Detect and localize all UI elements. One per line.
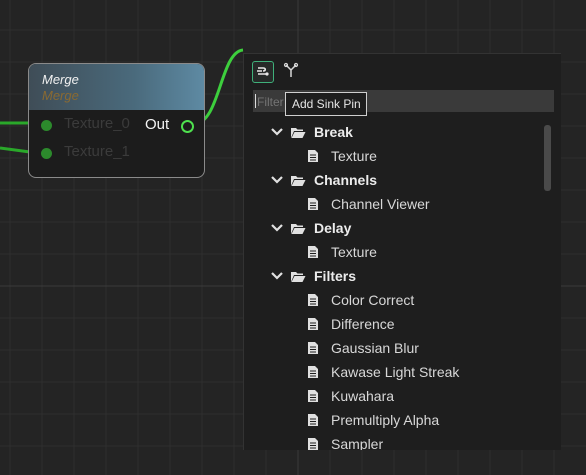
add-sink-pin-button[interactable]: [252, 61, 274, 83]
tree-item[interactable]: Texture: [244, 240, 544, 264]
tree-item[interactable]: Kawase Light Streak: [244, 360, 544, 384]
tree-folder-label: Channels: [314, 172, 378, 188]
input-pin-label-1: Texture_1: [64, 143, 130, 160]
chevron-down-icon[interactable]: [270, 270, 284, 282]
folder-open-icon: [291, 272, 306, 282]
merge-node[interactable]: Merge Merge Texture_0 Texture_1 Out: [28, 63, 205, 178]
tree-item-label: Difference: [331, 316, 395, 332]
file-icon: [308, 198, 318, 210]
tree-item-label: Texture: [331, 148, 377, 164]
file-icon: [308, 318, 318, 330]
file-icon: [308, 390, 318, 402]
tree-item-label: Sampler: [331, 436, 384, 450]
tree-item-label: Color Correct: [331, 292, 415, 308]
fork-icon: [283, 62, 299, 77]
add-sink-pin-icon: [257, 67, 269, 76]
tree-item[interactable]: Color Correct: [244, 288, 544, 312]
tooltip: Add Sink Pin: [285, 92, 367, 116]
fork-button[interactable]: [281, 61, 303, 83]
input-pin-0[interactable]: [41, 120, 52, 131]
node-subtitle: Merge: [42, 88, 79, 103]
input-pin-1[interactable]: [41, 148, 52, 159]
tree-item-label: Texture: [331, 244, 377, 260]
chevron-down-icon[interactable]: [270, 174, 284, 186]
file-icon: [308, 414, 318, 426]
file-icon: [308, 294, 318, 306]
node-tree: Break Texture Channels Channel Viewer Delay T…: [244, 120, 544, 450]
chevron-down-icon[interactable]: [270, 126, 284, 138]
tree-item-label: Kawase Light Streak: [331, 364, 460, 380]
file-icon: [308, 438, 318, 450]
tree-item-label: Premultiply Alpha: [331, 412, 440, 428]
output-pin-label: Out: [145, 116, 170, 133]
file-icon: [308, 246, 318, 258]
tree-item-label: Channel Viewer: [331, 196, 430, 212]
file-icon: [308, 366, 318, 378]
tree-folder[interactable]: Delay: [244, 216, 544, 240]
tree-folder[interactable]: Break: [244, 120, 544, 144]
tree-folder[interactable]: Filters: [244, 264, 544, 288]
folder-open-icon: [291, 128, 306, 138]
tree-item[interactable]: Gaussian Blur: [244, 336, 544, 360]
tree-item-label: Gaussian Blur: [331, 340, 419, 356]
tree-item[interactable]: Sampler: [244, 432, 544, 450]
file-icon: [308, 150, 318, 162]
input-pin-label-0: Texture_0: [64, 115, 130, 132]
tree-item[interactable]: Difference: [244, 312, 544, 336]
folder-open-icon: [291, 224, 306, 234]
file-icon: [308, 342, 318, 354]
node-title: Merge: [42, 72, 79, 87]
tree-folder-label: Delay: [314, 220, 352, 236]
chevron-down-icon[interactable]: [270, 222, 284, 234]
wire-in-1: [0, 146, 31, 154]
output-pin[interactable]: [181, 120, 194, 133]
tree-item[interactable]: Premultiply Alpha: [244, 408, 544, 432]
text-caret: [255, 94, 256, 108]
tree-item[interactable]: Channel Viewer: [244, 192, 544, 216]
tree-folder-label: Filters: [314, 268, 357, 284]
tree-folder[interactable]: Channels: [244, 168, 544, 192]
tree-scrollbar[interactable]: [544, 125, 551, 191]
tree-item-label: Kuwahara: [331, 388, 395, 404]
node-header[interactable]: Merge Merge: [29, 64, 204, 110]
tree-folder-label: Break: [314, 124, 353, 140]
tree-item[interactable]: Kuwahara: [244, 384, 544, 408]
tree-item[interactable]: Texture: [244, 144, 544, 168]
folder-open-icon: [291, 176, 306, 186]
